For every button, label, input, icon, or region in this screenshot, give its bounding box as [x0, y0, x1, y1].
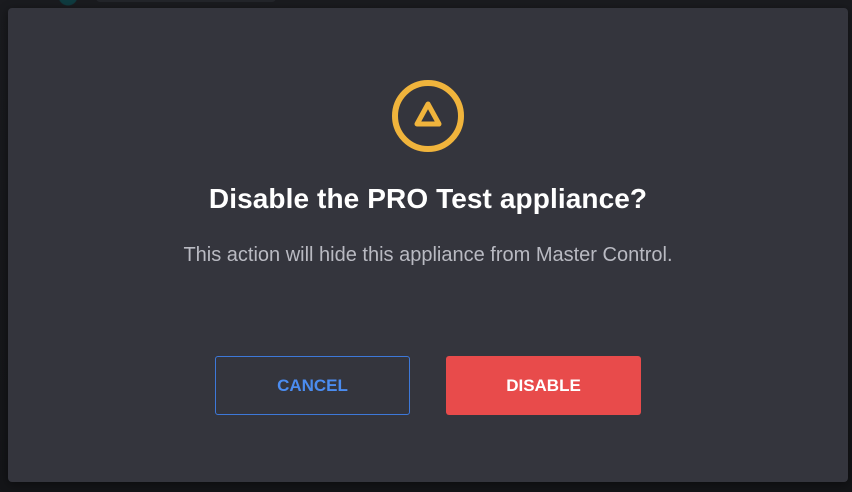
backdrop-content [96, 0, 276, 2]
disable-button[interactable]: DISABLE [446, 356, 641, 415]
dialog-message: This action will hide this appliance fro… [183, 244, 673, 266]
dialog-title: Disable the PRO Test appliance? [208, 183, 648, 214]
confirm-disable-dialog: Disable the PRO Test appliance? This act… [8, 8, 848, 482]
cancel-button[interactable]: CANCEL [215, 356, 410, 415]
warning-triangle-icon [392, 80, 464, 152]
